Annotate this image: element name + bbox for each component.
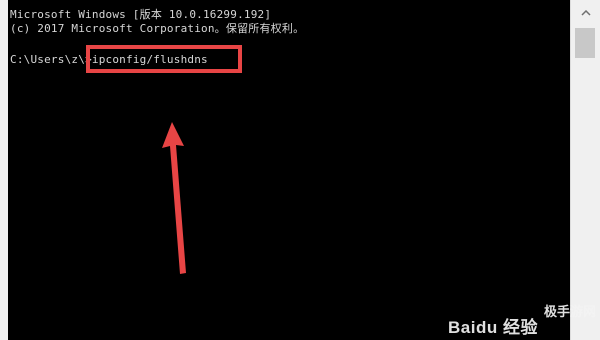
scroll-thumb[interactable]	[575, 28, 595, 58]
console-line-copyright: (c) 2017 Microsoft Corporation。保留所有权利。	[10, 22, 305, 35]
site-watermark: 极手游网	[543, 305, 596, 320]
command-highlight-box	[86, 45, 242, 73]
chevron-up-icon[interactable]	[571, 6, 600, 20]
prompt-path: C:\Users\z\	[10, 53, 86, 66]
window-edge	[0, 0, 8, 340]
pointer-arrow-icon	[162, 122, 186, 274]
console-area[interactable]: Microsoft Windows [版本 10.0.16299.192] (c…	[8, 0, 570, 340]
cmd-window: Microsoft Windows [版本 10.0.16299.192] (c…	[0, 0, 600, 340]
console-line-version: Microsoft Windows [版本 10.0.16299.192]	[10, 8, 272, 21]
vertical-scrollbar[interactable]	[570, 0, 600, 340]
watermark: Baidu 经验 极手游网	[448, 301, 596, 338]
baidu-jingyan-logo: Baidu 经验	[448, 318, 538, 337]
